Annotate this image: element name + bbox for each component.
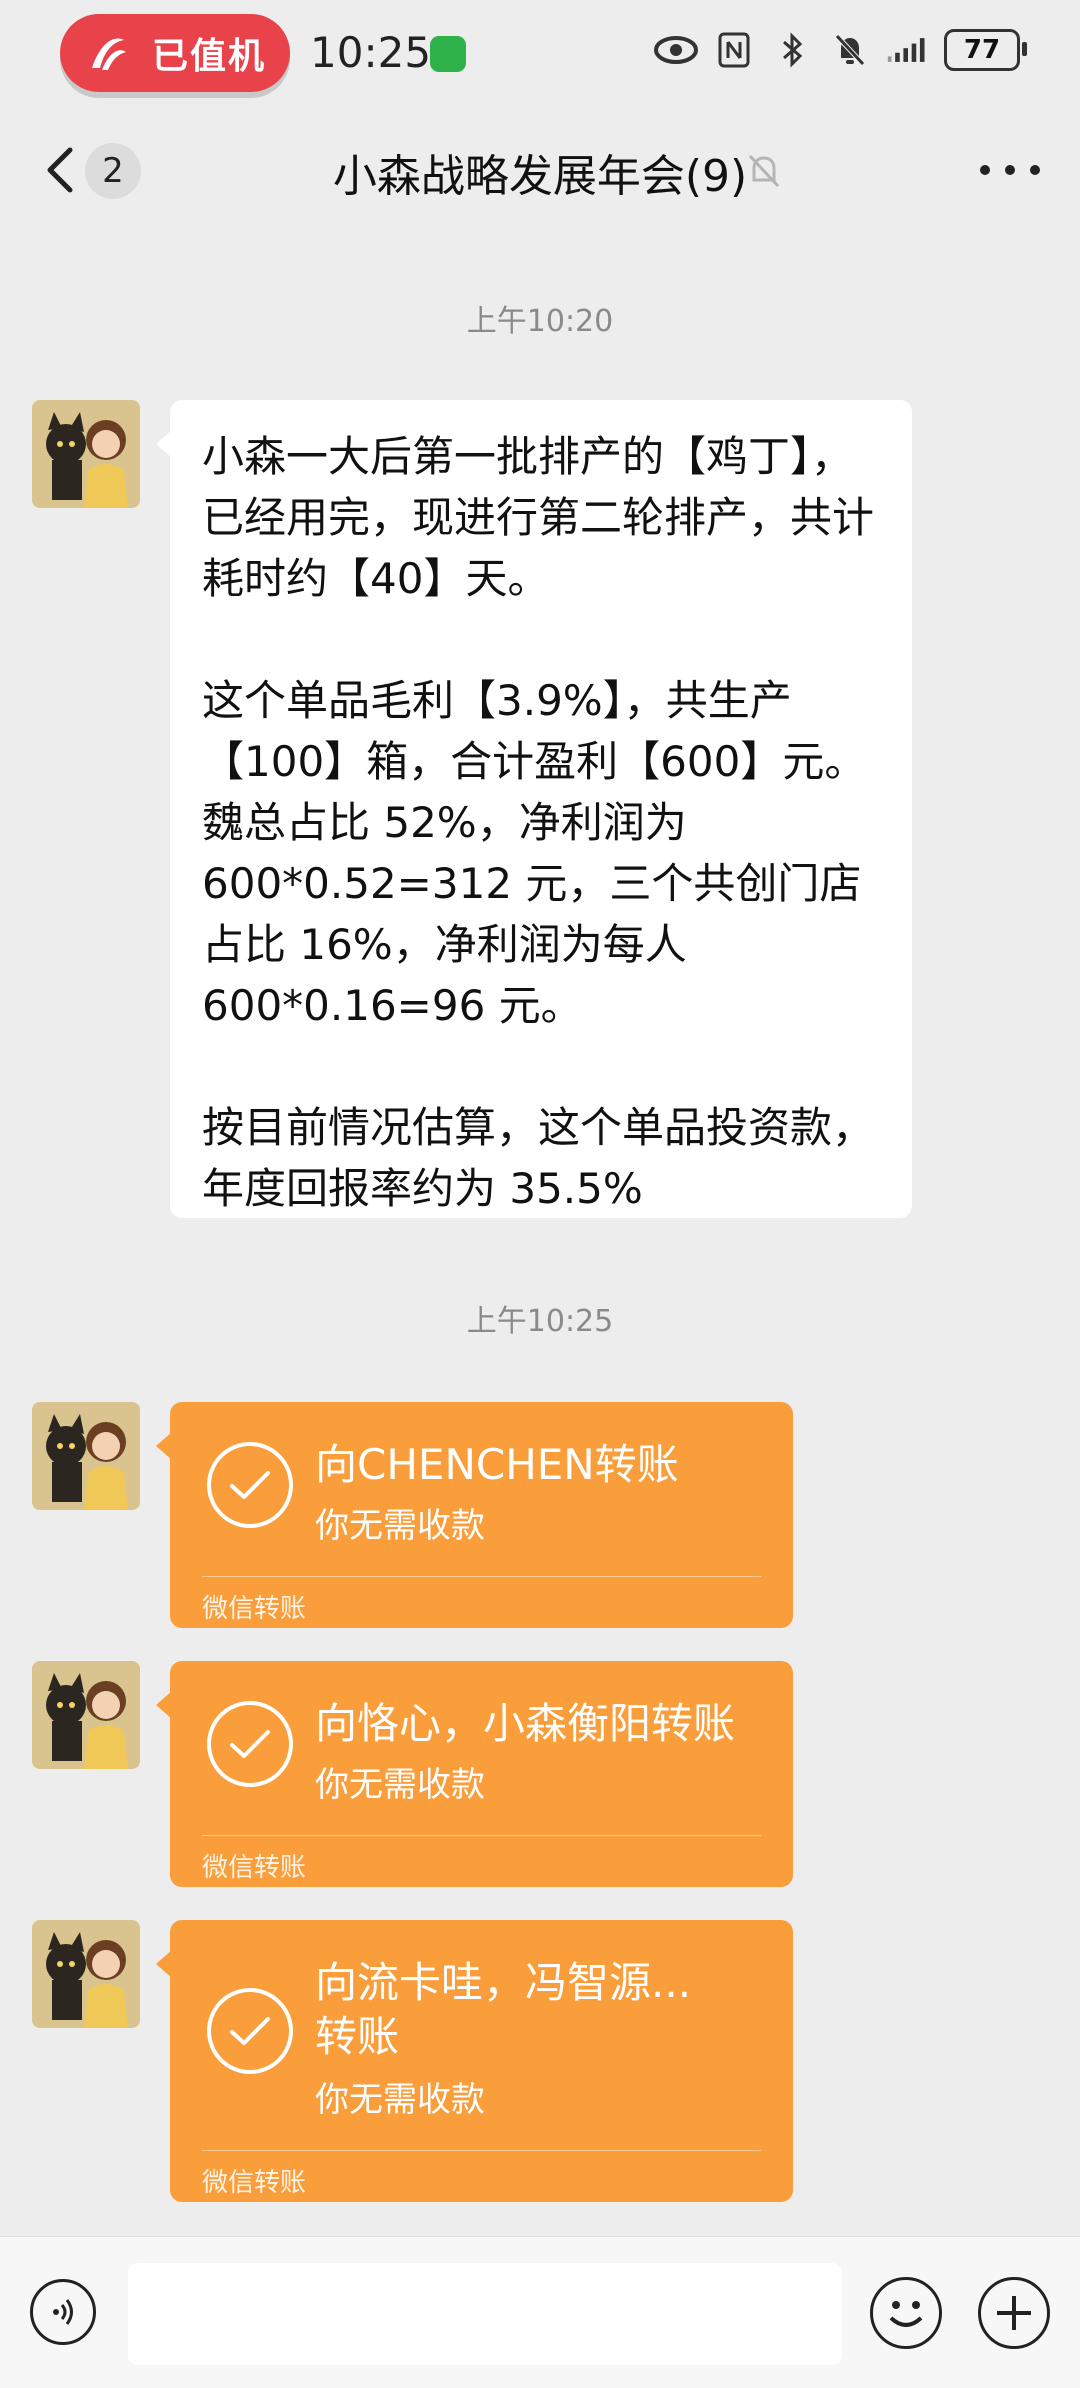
emoji-button[interactable] xyxy=(870,2277,942,2349)
check-circle-icon xyxy=(207,1701,293,1787)
message-paragraph: 这个单品毛利【3.9%】，共生产【100】箱，合计盈利【600】元。魏总占比 5… xyxy=(202,676,867,1030)
chat-header: 2 小森战略发展年会(9) xyxy=(0,110,1080,230)
chat-title: 小森战略发展年会(9) xyxy=(332,151,748,202)
flight-checkin-pill[interactable]: 已值机 xyxy=(60,14,290,92)
signal-icon xyxy=(886,28,930,72)
sender-avatar[interactable] xyxy=(32,1920,140,2028)
transfer-title: 向CHENCHEN转账 xyxy=(315,1440,679,1489)
airline-logo-icon xyxy=(72,18,142,88)
flight-label: 已值机 xyxy=(152,36,267,77)
divider xyxy=(202,2150,761,2151)
transfer-title: 向流卡哇，冯智源...转账 xyxy=(315,1958,692,2061)
status-bar: 已值机 10:25 77 xyxy=(0,0,1080,110)
divider xyxy=(202,1835,761,1836)
system-status-icons: 77 xyxy=(654,28,1027,72)
transfer-status: 你无需收款 xyxy=(315,2080,485,2120)
more-options-button[interactable] xyxy=(980,160,1040,180)
transfer-card[interactable]: 向流卡哇，冯智源...转账 你无需收款 微信转账 xyxy=(156,1920,793,2202)
transfer-title: 向恪心，小森衡阳转账 xyxy=(315,1699,736,1748)
divider xyxy=(202,1576,761,1577)
message-timestamp: 上午10:25 xyxy=(466,1304,614,1339)
transfer-status: 你无需收款 xyxy=(315,1506,485,1546)
transfer-footer: 微信转账 xyxy=(202,1594,307,1624)
check-circle-icon xyxy=(207,1442,293,1528)
chat-input-bar xyxy=(0,2236,1080,2388)
text-message-bubble[interactable]: 小森一大后第一批排产的【鸡丁】，已经用完，现进行第二轮排产，共计耗时约【40】天… xyxy=(156,400,912,1218)
battery-indicator: 77 xyxy=(944,29,1027,71)
status-time: 10:25 xyxy=(310,28,432,77)
nfc-icon xyxy=(712,28,756,72)
bluetooth-icon xyxy=(770,28,814,72)
transfer-card[interactable]: 向CHENCHEN转账 你无需收款 微信转账 xyxy=(156,1402,793,1628)
message-paragraph: 按目前情况估算，这个单品投资款，年度回报率约为 35.5% xyxy=(202,1103,875,1213)
transfer-card[interactable]: 向恪心，小森衡阳转账 你无需收款 微信转账 xyxy=(156,1661,793,1887)
transfer-status: 你无需收款 xyxy=(315,1765,485,1805)
message-input[interactable] xyxy=(128,2263,842,2365)
sender-avatar[interactable] xyxy=(32,400,140,508)
message-paragraph: 小森一大后第一批排产的【鸡丁】，已经用完，现进行第二轮排产，共计耗时约【40】天… xyxy=(202,432,875,603)
sender-avatar[interactable] xyxy=(32,1661,140,1769)
sender-avatar[interactable] xyxy=(32,1402,140,1510)
transfer-footer: 微信转账 xyxy=(202,2168,307,2198)
voice-input-button[interactable] xyxy=(30,2279,96,2345)
eye-icon xyxy=(654,28,698,72)
muted-bell-icon xyxy=(744,150,784,190)
mute-bell-icon xyxy=(828,28,872,72)
wechat-notification-icon xyxy=(430,36,466,72)
check-circle-icon xyxy=(207,1988,293,2074)
more-actions-plus-button[interactable] xyxy=(978,2277,1050,2349)
message-timestamp: 上午10:20 xyxy=(466,304,614,339)
transfer-footer: 微信转账 xyxy=(202,1853,307,1883)
